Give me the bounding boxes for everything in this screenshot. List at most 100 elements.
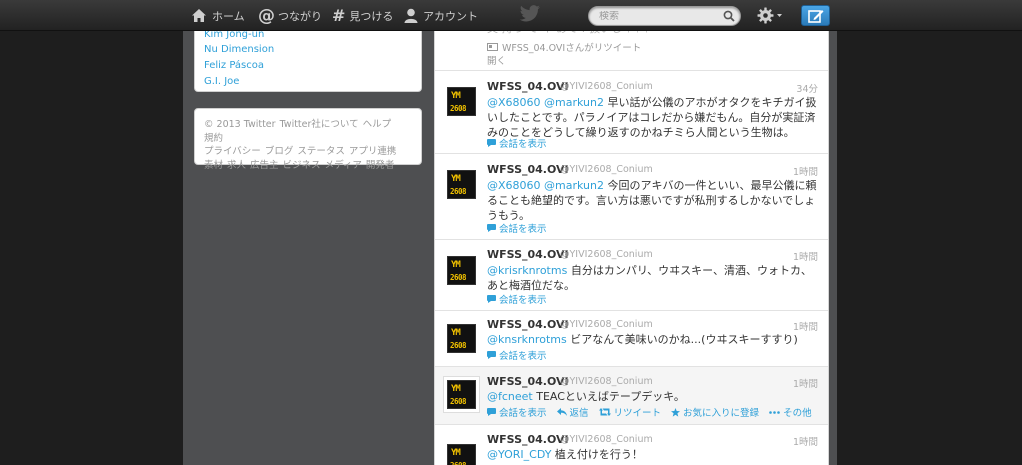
tweet-mention[interactable]: @YORI_CDY: [487, 448, 551, 461]
tweet-body: TEACといえばテープデッキ。: [532, 390, 685, 403]
tweet-author-name[interactable]: WFSS_04.OVI: [487, 433, 569, 446]
nav-discover-label: 見つける: [349, 9, 394, 23]
avatar[interactable]: YM 2608: [444, 377, 479, 412]
view-conversation-link[interactable]: 会話を表示: [487, 221, 547, 235]
tweet-actions: 会話を表示: [487, 221, 557, 235]
twitter-bird-icon[interactable]: [519, 5, 541, 23]
tweet-text: @X68060 @markun2 今回のアキバの一件といい、最早公儀に頼ることも…: [487, 178, 822, 223]
speech-bubble-icon: [487, 351, 496, 359]
avatar[interactable]: YM 2608: [447, 256, 476, 285]
avatar-text-top: YM: [451, 91, 461, 101]
tweet-timestamp[interactable]: 34分: [796, 81, 818, 95]
tweet-author-handle[interactable]: @YIVI2608_Conium: [560, 376, 653, 387]
tweet-author-handle[interactable]: @YIVI2608_Conium: [560, 164, 653, 175]
avatar[interactable]: YM 2608: [447, 87, 476, 116]
compose-tweet-button[interactable]: [801, 5, 830, 26]
retweet-icon: [598, 408, 611, 416]
view-conversation-link[interactable]: 会話を表示: [487, 292, 547, 306]
tweet-author-name[interactable]: WFSS_04.OVI: [487, 248, 569, 261]
view-conversation-link[interactable]: 会話を表示: [487, 348, 547, 362]
footer-link-help[interactable]: ヘルプ: [363, 119, 392, 130]
timeline-item[interactable]: YM 2608 WFSS_04.OVI @YIVI2608_Conium 1時間…: [435, 240, 828, 311]
tweet-text: @knsrknrotms ビアなんて美味いのかね...(ウヰスキーすすり): [487, 332, 822, 347]
view-conversation-label: 会話を表示: [499, 224, 547, 235]
avatar-text-top: YM: [451, 384, 461, 394]
timeline-item[interactable]: YM 2608 WFSS_04.OVI @YIVI2608_Conium 1時間…: [435, 367, 828, 425]
tweet-author-name[interactable]: WFSS_04.OVI: [487, 163, 569, 176]
tweet-text: @YORI_CDY 植え付けを行う！: [487, 447, 822, 462]
tweet-mention[interactable]: @X68060 @markun2: [487, 179, 604, 192]
tweet-timestamp[interactable]: 1時間: [793, 164, 818, 178]
view-conversation-link[interactable]: 会話を表示: [487, 136, 547, 150]
nav-discover[interactable]: # 見つける: [332, 0, 393, 31]
footer-link-developers[interactable]: 開発者: [366, 160, 395, 171]
footer-link-resources[interactable]: 素材: [204, 160, 223, 171]
tweet-author-handle[interactable]: @YIVI2608_Conium: [560, 319, 653, 330]
gear-icon[interactable]: [757, 7, 783, 24]
reply-button[interactable]: 返信: [556, 405, 589, 419]
more-label: その他: [783, 408, 812, 419]
background-right: [837, 31, 1022, 465]
more-dots-icon: [769, 410, 780, 414]
favorite-button[interactable]: お気に入りに登録: [671, 405, 759, 419]
trend-item[interactable]: Nu Dimension: [204, 44, 274, 55]
avatar-text-bottom: 2608: [450, 104, 467, 113]
search-input[interactable]: [589, 10, 717, 22]
tweet-timestamp[interactable]: 1時間: [793, 319, 818, 333]
retweet-label: リツイート: [613, 408, 662, 419]
tweet-mention[interactable]: @krisrknrotms: [487, 264, 567, 277]
view-conversation-link[interactable]: 会話を表示: [487, 405, 547, 419]
open-link[interactable]: 開く: [487, 53, 506, 67]
background-left: [0, 31, 183, 465]
nav-account[interactable]: アカウント: [404, 0, 478, 31]
tweet-actions: 会話を表示: [487, 136, 557, 150]
tweet-author-name[interactable]: WFSS_04.OVI: [487, 80, 569, 93]
avatar-text-bottom: 2608: [450, 461, 467, 465]
trend-item[interactable]: Feliz Páscoa: [204, 60, 264, 71]
tweet-mention[interactable]: @X68060 @markun2: [487, 96, 604, 109]
footer-link-apps[interactable]: アプリ連携: [349, 146, 397, 157]
tweet-author-handle[interactable]: @YIVI2608_Conium: [560, 81, 653, 92]
tweet-author-name[interactable]: WFSS_04.OVI: [487, 375, 569, 388]
more-button[interactable]: その他: [769, 405, 812, 419]
footer-link-business[interactable]: ビジネス: [283, 160, 321, 171]
avatar-text-bottom: 2608: [450, 341, 467, 350]
footer-link-about[interactable]: Twitter社について: [280, 119, 359, 130]
tweet-mention[interactable]: @knsrknrotms: [487, 333, 567, 346]
tweet-timestamp[interactable]: 1時間: [793, 376, 818, 390]
nav-connect-label: つながり: [278, 9, 322, 23]
footer-link-privacy[interactable]: プライバシー: [204, 146, 261, 157]
star-icon: [671, 407, 681, 417]
footer-link-blog[interactable]: ブログ: [265, 146, 294, 157]
avatar[interactable]: YM 2608: [447, 324, 476, 353]
avatar[interactable]: YM 2608: [447, 170, 476, 199]
person-icon: [404, 8, 418, 23]
avatar-text-bottom: 2608: [450, 397, 467, 406]
footer-link-media[interactable]: メディア: [325, 160, 362, 171]
tweet-timestamp[interactable]: 1時間: [793, 249, 818, 263]
retweet-button[interactable]: リツイート: [598, 405, 662, 419]
timeline-item[interactable]: YM 2608 WFSS_04.OVI @YIVI2608_Conium 1時間…: [435, 311, 828, 367]
search-icon[interactable]: [723, 10, 735, 22]
footer-link-status[interactable]: ステータス: [297, 146, 345, 157]
tweet-mention[interactable]: @fcneet: [487, 390, 533, 403]
avatar[interactable]: YM 2608: [447, 444, 476, 465]
trend-item[interactable]: G.I. Joe: [204, 76, 239, 87]
footer-link-advertisers[interactable]: 広告主: [250, 160, 279, 171]
nav-home-label: ホーム: [212, 9, 245, 23]
footer-link-jobs[interactable]: 求人: [227, 160, 246, 171]
speech-bubble-icon: [487, 224, 496, 232]
timeline-item[interactable]: YM 2608 WFSS_04.OVI @YIVI2608_Conium 1時間…: [435, 154, 828, 240]
tweet-author-handle[interactable]: @YIVI2608_Conium: [560, 434, 653, 445]
tweet-author-handle[interactable]: @YIVI2608_Conium: [560, 249, 653, 260]
tweet-author-name[interactable]: WFSS_04.OVI: [487, 318, 569, 331]
search-box[interactable]: [588, 6, 741, 26]
nav-home[interactable]: ホーム: [191, 0, 245, 31]
timeline-item[interactable]: YM 2608 WFSS_04.OVI @YIVI2608_Conium 1時間…: [435, 425, 828, 465]
timeline-item[interactable]: YM 2608 WFSS_04.OVI @YIVI2608_Conium 34分…: [435, 71, 828, 154]
view-conversation-label: 会話を表示: [499, 139, 547, 150]
retweet-icon: [487, 43, 498, 51]
tweet-timestamp[interactable]: 1時間: [793, 434, 818, 448]
footer-link-terms[interactable]: 規約: [204, 133, 223, 144]
nav-connect[interactable]: @ つながり: [258, 0, 322, 31]
